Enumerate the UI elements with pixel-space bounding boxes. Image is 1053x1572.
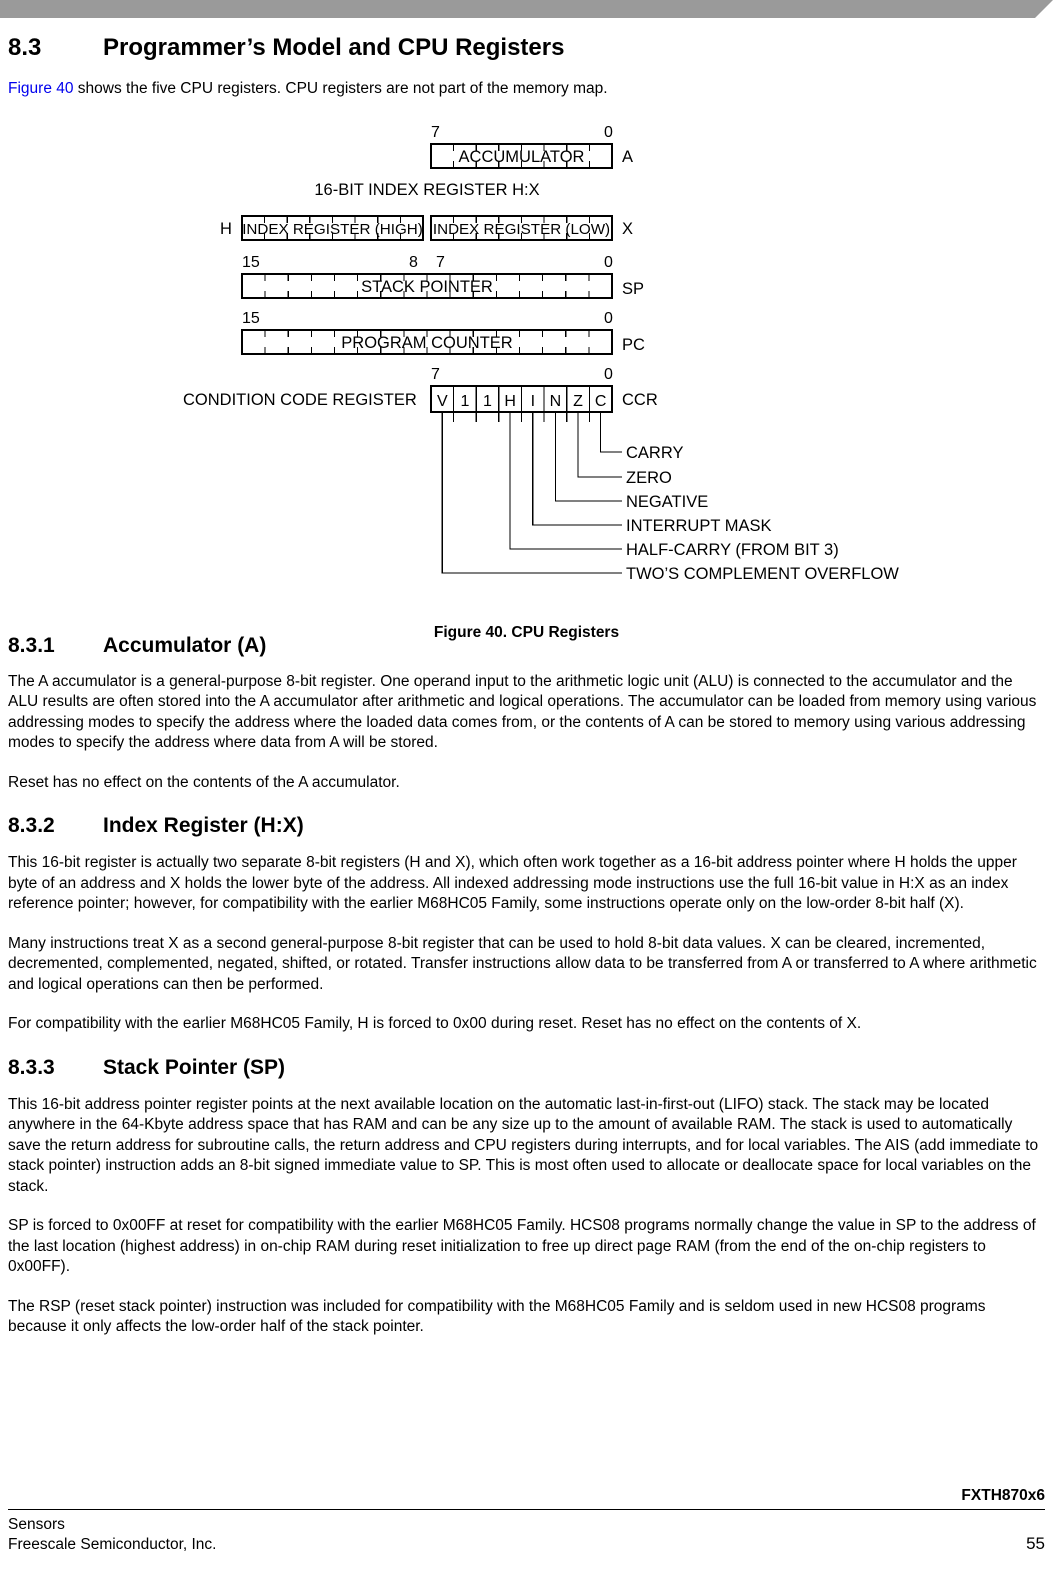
program-counter-bit-15: 15 [242, 310, 260, 327]
accumulator-bit-0: 0 [604, 124, 613, 141]
callout-line-carry [600, 411, 622, 453]
callout-label-interrupt-mask: INTERRUPT MASK [626, 517, 771, 535]
stack-pointer-name: SP [622, 280, 644, 298]
ccr-bit-cell-1b: 1 [483, 393, 492, 410]
footer-page-number: 55 [1026, 1534, 1045, 1553]
subsection-title-833: Stack Pointer (SP) [103, 1055, 286, 1079]
ccr-bit-cell-C: C [595, 393, 607, 410]
subsection-heading-833: 8.3.3 Stack Pointer (SP) [8, 1056, 1045, 1080]
accumulator-name: A [622, 148, 633, 166]
callout-line-half-carry [509, 411, 622, 550]
stack-pointer-bit-0: 0 [604, 254, 613, 271]
figure-40-link[interactable]: Figure 40 [8, 80, 73, 97]
callout-label-zero: ZERO [626, 469, 672, 487]
program-counter-name: PC [622, 336, 645, 354]
callout-line-negative [554, 411, 622, 502]
accumulator-label: ACCUMULATOR [459, 148, 585, 166]
figure-cpu-registers: 7 0 ACCUMULATOR A 16-BIT INDEX REGISTER … [8, 122, 1045, 641]
paragraph-832-1: This 16-bit register is actually two sep… [8, 854, 1017, 912]
stack-pointer-bit-15: 15 [242, 254, 260, 271]
subsection-number-832: 8.3.2 [8, 814, 55, 837]
index-register-h-label: H [220, 220, 232, 238]
ccr-bit-cell-Z: Z [573, 393, 583, 410]
index-register-high-label: INDEX REGISTER (HIGH) [242, 221, 423, 238]
section-number: 8.3 [8, 34, 42, 61]
callout-label-overflow: TWO’S COMPLEMENT OVERFLOW [626, 565, 899, 583]
cpu-registers-diagram: 7 0 ACCUMULATOR A 16-BIT INDEX REGISTER … [183, 124, 899, 583]
paragraph-831-1: The A accumulator is a general-purpose 8… [8, 672, 1037, 752]
stack-pointer-bit-8: 8 [409, 254, 418, 271]
program-counter-label: PROGRAM COUNTER [341, 334, 513, 352]
ccr-bit-0: 0 [604, 366, 613, 383]
paragraph-832-2: Many instructions treat X as a second ge… [8, 934, 1037, 993]
ccr-bit-7: 7 [431, 366, 440, 383]
callout-label-half-carry: HALF-CARRY (FROM BIT 3) [626, 541, 839, 559]
accumulator-bit-7: 7 [431, 124, 440, 141]
paragraph-831-2: Reset has no effect on the contents of t… [8, 773, 400, 791]
page-footer: FXTH870x6 Sensors Freescale Semiconducto… [8, 1487, 1045, 1554]
program-counter-bit-0: 0 [604, 310, 613, 327]
stack-pointer-label: STACK POINTER [361, 278, 493, 296]
paragraph-833-3: The RSP (reset stack pointer) instructio… [8, 1297, 986, 1336]
page-title: 8.3 Programmer’s Model and CPU Registers [8, 34, 1045, 62]
ccr-name: CCR [622, 391, 658, 409]
page-content: 8.3 Programmer’s Model and CPU Registers… [8, 0, 1045, 1338]
subsection-number-833: 8.3.3 [8, 1055, 55, 1079]
footer-sensors: Sensors [8, 1516, 65, 1533]
paragraph-833-2: SP is forced to 0x00FF at reset for comp… [8, 1217, 1036, 1275]
stack-pointer-bit-7: 7 [436, 254, 445, 271]
figure-caption: Figure 40. CPU Registers [433, 623, 620, 641]
callout-label-carry: CARRY [626, 444, 683, 462]
footer-doc-id: FXTH870x6 [961, 1487, 1045, 1504]
footer-divider [8, 1509, 1045, 1510]
intro-paragraph: Figure 40 shows the five CPU registers. … [8, 79, 1045, 100]
paragraph-832-3: For compatibility with the earlier M68HC… [8, 1015, 862, 1032]
index-register-title: 16-BIT INDEX REGISTER H:X [314, 181, 539, 199]
subsection-title-832: Index Register (H:X) [103, 814, 304, 837]
ccr-bit-cell-V: V [437, 393, 448, 410]
ccr-bit-cell-I: I [531, 393, 535, 410]
subsection-heading-832: 8.3.2 Index Register (H:X) [8, 814, 1045, 838]
ccr-bit-cell-H: H [504, 393, 516, 410]
paragraph-833-1: This 16-bit address pointer register poi… [8, 1095, 1039, 1195]
footer-company: Freescale Semiconductor, Inc. [8, 1536, 217, 1553]
index-register-low-label: INDEX REGISTER (LOW) [433, 221, 610, 238]
ccr-bit-cell-N: N [550, 393, 562, 410]
section-title: Programmer’s Model and CPU Registers [103, 34, 565, 61]
callout-label-negative: NEGATIVE [626, 493, 708, 511]
ccr-bit-cell-1a: 1 [460, 393, 469, 410]
index-register-name: X [622, 220, 633, 238]
ccr-title: CONDITION CODE REGISTER [183, 391, 417, 409]
intro-text: shows the five CPU registers. CPU regist… [73, 80, 608, 97]
